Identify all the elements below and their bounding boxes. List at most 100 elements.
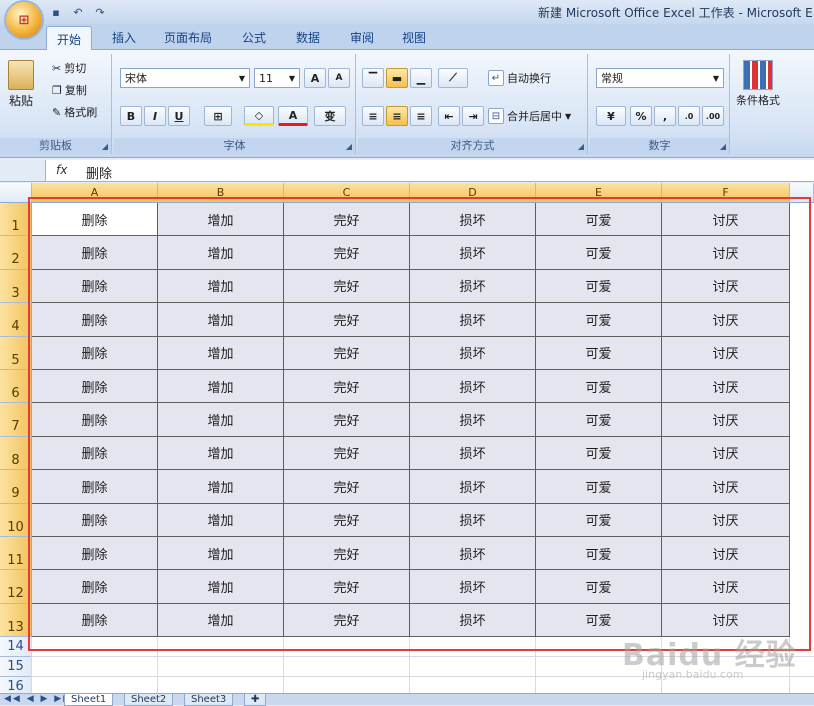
cell-a4[interactable]: 删除 [32, 303, 158, 337]
row-header-12[interactable]: 12 [0, 570, 32, 604]
cell-e12[interactable]: 可爱 [536, 570, 662, 604]
cell-d7[interactable]: 损坏 [410, 403, 536, 437]
cell-f8[interactable]: 讨厌 [662, 436, 790, 471]
column-header-d[interactable]: D [410, 183, 536, 203]
column-header-c[interactable]: C [284, 183, 410, 203]
cell-d12[interactable]: 损坏 [410, 570, 536, 604]
column-header-e[interactable]: E [536, 183, 662, 203]
percent-button[interactable]: % [630, 106, 652, 126]
worksheet[interactable]: A B C D E F 1 删除 增加 完好 损坏 可爱 讨厌 2 删除 增加 完好 损坏 可爱 讨厌 3 删除 增加 完好损… [0, 183, 814, 698]
cell-c5[interactable]: 完好 [284, 336, 410, 370]
cell-b5[interactable]: 增加 [158, 336, 284, 370]
cell-b11[interactable]: 增加 [158, 537, 284, 571]
cell-b10[interactable]: 增加 [158, 503, 284, 537]
tab-home[interactable]: 开始 [46, 26, 93, 51]
cell-a3[interactable]: 删除 [32, 269, 158, 304]
font-size-select[interactable]: 11 ▼ [254, 68, 300, 88]
cell-a12[interactable]: 删除 [32, 570, 158, 604]
tab-sheet1[interactable]: Sheet1 [64, 694, 114, 706]
decrease-decimal-button[interactable]: .00 [702, 106, 724, 126]
fx-icon[interactable]: fx [56, 163, 67, 177]
cell-a1[interactable]: 删除 [32, 203, 158, 237]
cell-e9[interactable]: 可爱 [536, 470, 662, 504]
align-top-button[interactable]: ▔ [362, 68, 384, 88]
wrap-text-button[interactable]: ↵ 自动换行 [488, 70, 551, 86]
cell-e5[interactable]: 可爱 [536, 336, 662, 370]
cell-b2[interactable]: 增加 [158, 236, 284, 270]
row-header-5[interactable]: 5 [0, 336, 32, 370]
cell-b8[interactable]: 增加 [158, 436, 284, 471]
cell-e6[interactable]: 可爱 [536, 370, 662, 404]
dialog-launcher-icon[interactable]: ◢ [720, 142, 726, 151]
tab-formulas[interactable]: 公式 [238, 29, 270, 46]
dialog-launcher-icon[interactable]: ◢ [102, 142, 108, 151]
select-all-corner[interactable] [0, 183, 32, 203]
cell-e8[interactable]: 可爱 [536, 436, 662, 471]
cell-e10[interactable]: 可爱 [536, 503, 662, 537]
cell-e4[interactable]: 可爱 [536, 303, 662, 337]
row-header-8[interactable]: 8 [0, 436, 32, 471]
row-header-7[interactable]: 7 [0, 403, 32, 437]
cell-a7[interactable]: 删除 [32, 403, 158, 437]
row-header-14[interactable]: 14 [0, 637, 32, 658]
cell-a13[interactable]: 删除 [32, 603, 158, 638]
column-header-b[interactable]: B [158, 183, 284, 203]
cell-f6[interactable]: 讨厌 [662, 370, 790, 404]
font-name-select[interactable]: 宋体 ▼ [120, 68, 250, 88]
row-header-9[interactable]: 9 [0, 470, 32, 504]
increase-indent-button[interactable]: ⇥ [462, 106, 484, 126]
cell-b7[interactable]: 增加 [158, 403, 284, 437]
row-header-6[interactable]: 6 [0, 370, 32, 404]
cell-a10[interactable]: 删除 [32, 503, 158, 537]
increase-decimal-button[interactable]: .0 [678, 106, 700, 126]
cell-f1[interactable]: 讨厌 [662, 203, 790, 237]
cell-c13[interactable]: 完好 [284, 603, 410, 638]
cell-c6[interactable]: 完好 [284, 370, 410, 404]
cell-b13[interactable]: 增加 [158, 603, 284, 638]
cell-c7[interactable]: 完好 [284, 403, 410, 437]
cell-a6[interactable]: 删除 [32, 370, 158, 404]
cell-c9[interactable]: 完好 [284, 470, 410, 504]
cell-b12[interactable]: 增加 [158, 570, 284, 604]
cell-a2[interactable]: 删除 [32, 236, 158, 270]
formula-input[interactable]: 删除 [86, 163, 112, 182]
cell-f13[interactable]: 讨厌 [662, 603, 790, 638]
cell-e1[interactable]: 可爱 [536, 203, 662, 237]
cut-button[interactable]: ✂ 剪切 [52, 60, 86, 76]
cell-d13[interactable]: 损坏 [410, 603, 536, 638]
align-bottom-button[interactable]: ▁ [410, 68, 432, 88]
undo-icon[interactable]: ↶ [70, 4, 86, 20]
cell-a11[interactable]: 删除 [32, 537, 158, 571]
shrink-font-button[interactable]: A [328, 68, 350, 88]
align-center-button[interactable]: ≡ [386, 106, 408, 126]
row-header-4[interactable]: 4 [0, 303, 32, 337]
cell-f11[interactable]: 讨厌 [662, 537, 790, 571]
cell-f5[interactable]: 讨厌 [662, 336, 790, 370]
underline-button[interactable]: U [168, 106, 190, 126]
cell-d8[interactable]: 损坏 [410, 436, 536, 471]
cell-f7[interactable]: 讨厌 [662, 403, 790, 437]
cell-d1[interactable]: 损坏 [410, 203, 536, 237]
column-header-g[interactable] [790, 183, 814, 203]
align-middle-button[interactable]: ▬ [386, 68, 408, 88]
cell-f12[interactable]: 讨厌 [662, 570, 790, 604]
cell-b6[interactable]: 增加 [158, 370, 284, 404]
tab-sheet3[interactable]: Sheet3 [184, 694, 234, 706]
cell-c11[interactable]: 完好 [284, 537, 410, 571]
tab-page-layout[interactable]: 页面布局 [160, 29, 216, 46]
cell-d3[interactable]: 损坏 [410, 269, 536, 304]
cell-f10[interactable]: 讨厌 [662, 503, 790, 537]
number-format-select[interactable]: 常规 ▼ [596, 68, 724, 88]
align-right-button[interactable]: ≡ [410, 106, 432, 126]
align-left-button[interactable]: ≡ [362, 106, 384, 126]
row-header-1[interactable]: 1 [0, 203, 32, 237]
row-header-13[interactable]: 13 [0, 603, 32, 638]
bold-button[interactable]: B [120, 106, 142, 126]
format-painter-button[interactable]: ✎ 格式刷 [52, 104, 97, 120]
cell-c1[interactable]: 完好 [284, 203, 410, 237]
grow-font-button[interactable]: A [304, 68, 326, 88]
phonetic-button[interactable]: 变 [314, 106, 346, 126]
name-box[interactable] [0, 160, 46, 181]
tab-review[interactable]: 审阅 [346, 29, 378, 46]
row-header-11[interactable]: 11 [0, 537, 32, 571]
